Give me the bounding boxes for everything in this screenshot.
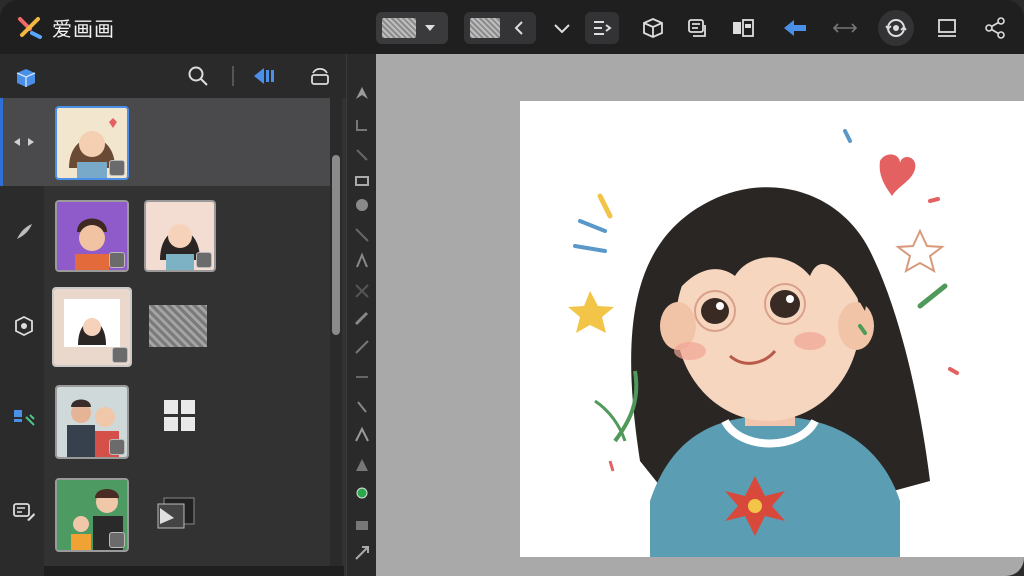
layers-cube-button[interactable] [12,64,40,92]
app-title: 爱画画 [52,17,115,41]
top-toolbar: 爱画画 [0,0,1024,54]
selected-layer-row[interactable] [0,98,330,186]
eraser-tool-icon[interactable] [353,310,371,328]
rail-shuffle-button[interactable] [10,128,38,156]
flip-horizontal-icon [832,23,858,33]
chat-edit-icon [13,503,35,521]
component-icon [733,19,754,37]
pen-tool-icon[interactable] [353,146,371,164]
rotate-eye-icon [885,19,907,37]
app-window: 爱画画 [0,0,1024,576]
undo-arrow-icon [784,20,806,36]
scrollbar-thumb[interactable] [332,155,340,335]
frame-icon [15,315,33,337]
layer-badge [109,532,125,548]
layer-stack-icon[interactable] [156,496,198,530]
share-button[interactable] [978,12,1012,44]
dropdown-icon [425,25,435,31]
flip-button[interactable] [828,12,862,44]
layer-badge [109,439,125,455]
history-select[interactable] [464,12,536,44]
notes-button[interactable] [680,12,714,44]
color-picker-icon[interactable] [353,484,371,502]
gradient-tool-icon[interactable] [353,368,371,386]
tool-column [346,54,377,576]
transform-tool-icon[interactable] [353,544,371,562]
preset-thumbnail [382,18,416,38]
monitor-icon [938,19,956,37]
collaborate-icon [14,410,35,426]
list-arrow-icon [594,21,612,35]
search-icon[interactable] [187,65,209,87]
girl-illustration [568,129,959,557]
more-button[interactable] [545,12,579,44]
rect-tool-icon[interactable] [353,172,371,190]
grid-layout-icon[interactable] [164,400,195,431]
brush-icon [17,224,32,239]
layer-thumbnail[interactable] [55,385,129,459]
layer-thumbnail[interactable] [55,106,129,180]
layer-badge [109,252,125,268]
rail-frame-button[interactable] [10,312,38,340]
move-tool-icon[interactable] [353,426,371,444]
reference-button[interactable] [878,10,914,46]
selected-row-indicator [0,98,3,186]
smudge-tool-icon[interactable] [353,282,371,300]
3d-object-button[interactable] [636,12,670,44]
transform-icon[interactable] [309,65,331,87]
notes-icon [688,19,706,37]
layer-thumbnail[interactable] [55,478,129,552]
layer-badge [109,160,125,176]
layer-thumbnail[interactable] [55,200,129,272]
share-icon [985,17,1005,39]
drawing-canvas[interactable] [520,101,1024,557]
display-button[interactable] [930,12,964,44]
shuffle-icon [14,138,34,146]
lasso-tool-icon[interactable] [353,116,371,134]
layer-placeholder-thumbnail[interactable] [149,305,207,347]
brush-tool-icon[interactable] [353,252,371,270]
layer-badge [112,347,128,363]
header-divider [232,66,234,86]
layer-thumbnail[interactable] [144,200,216,272]
history-thumbnail [470,18,500,38]
component-button[interactable] [726,12,760,44]
chevron-down-icon [554,24,570,34]
layer-tool-icon[interactable] [353,516,371,534]
panel-footer [44,566,344,576]
rail-chat-edit-button[interactable] [10,498,38,526]
layer-badge [196,252,212,268]
undo-button[interactable] [778,12,812,44]
cube-icon [16,69,36,87]
app-logo-icon [18,17,42,39]
layer-preset-select[interactable] [376,12,448,44]
sequence-button[interactable] [585,12,619,44]
line-tool-icon[interactable] [353,226,371,244]
layer-thumbnail[interactable] [52,287,132,367]
text-tool-icon[interactable] [353,398,371,416]
chevron-left-icon[interactable] [514,20,524,36]
select-tool-icon[interactable] [353,84,371,102]
rail-collaborate-button[interactable] [10,404,38,432]
merge-layers-icon[interactable] [252,66,278,86]
shape-tool-icon[interactable] [353,196,371,214]
blur-tool-icon[interactable] [353,456,371,474]
cube-icon [643,18,663,38]
rail-brush-button[interactable] [10,218,38,246]
fill-tool-icon[interactable] [353,338,371,356]
layers-panel-header [0,54,346,143]
